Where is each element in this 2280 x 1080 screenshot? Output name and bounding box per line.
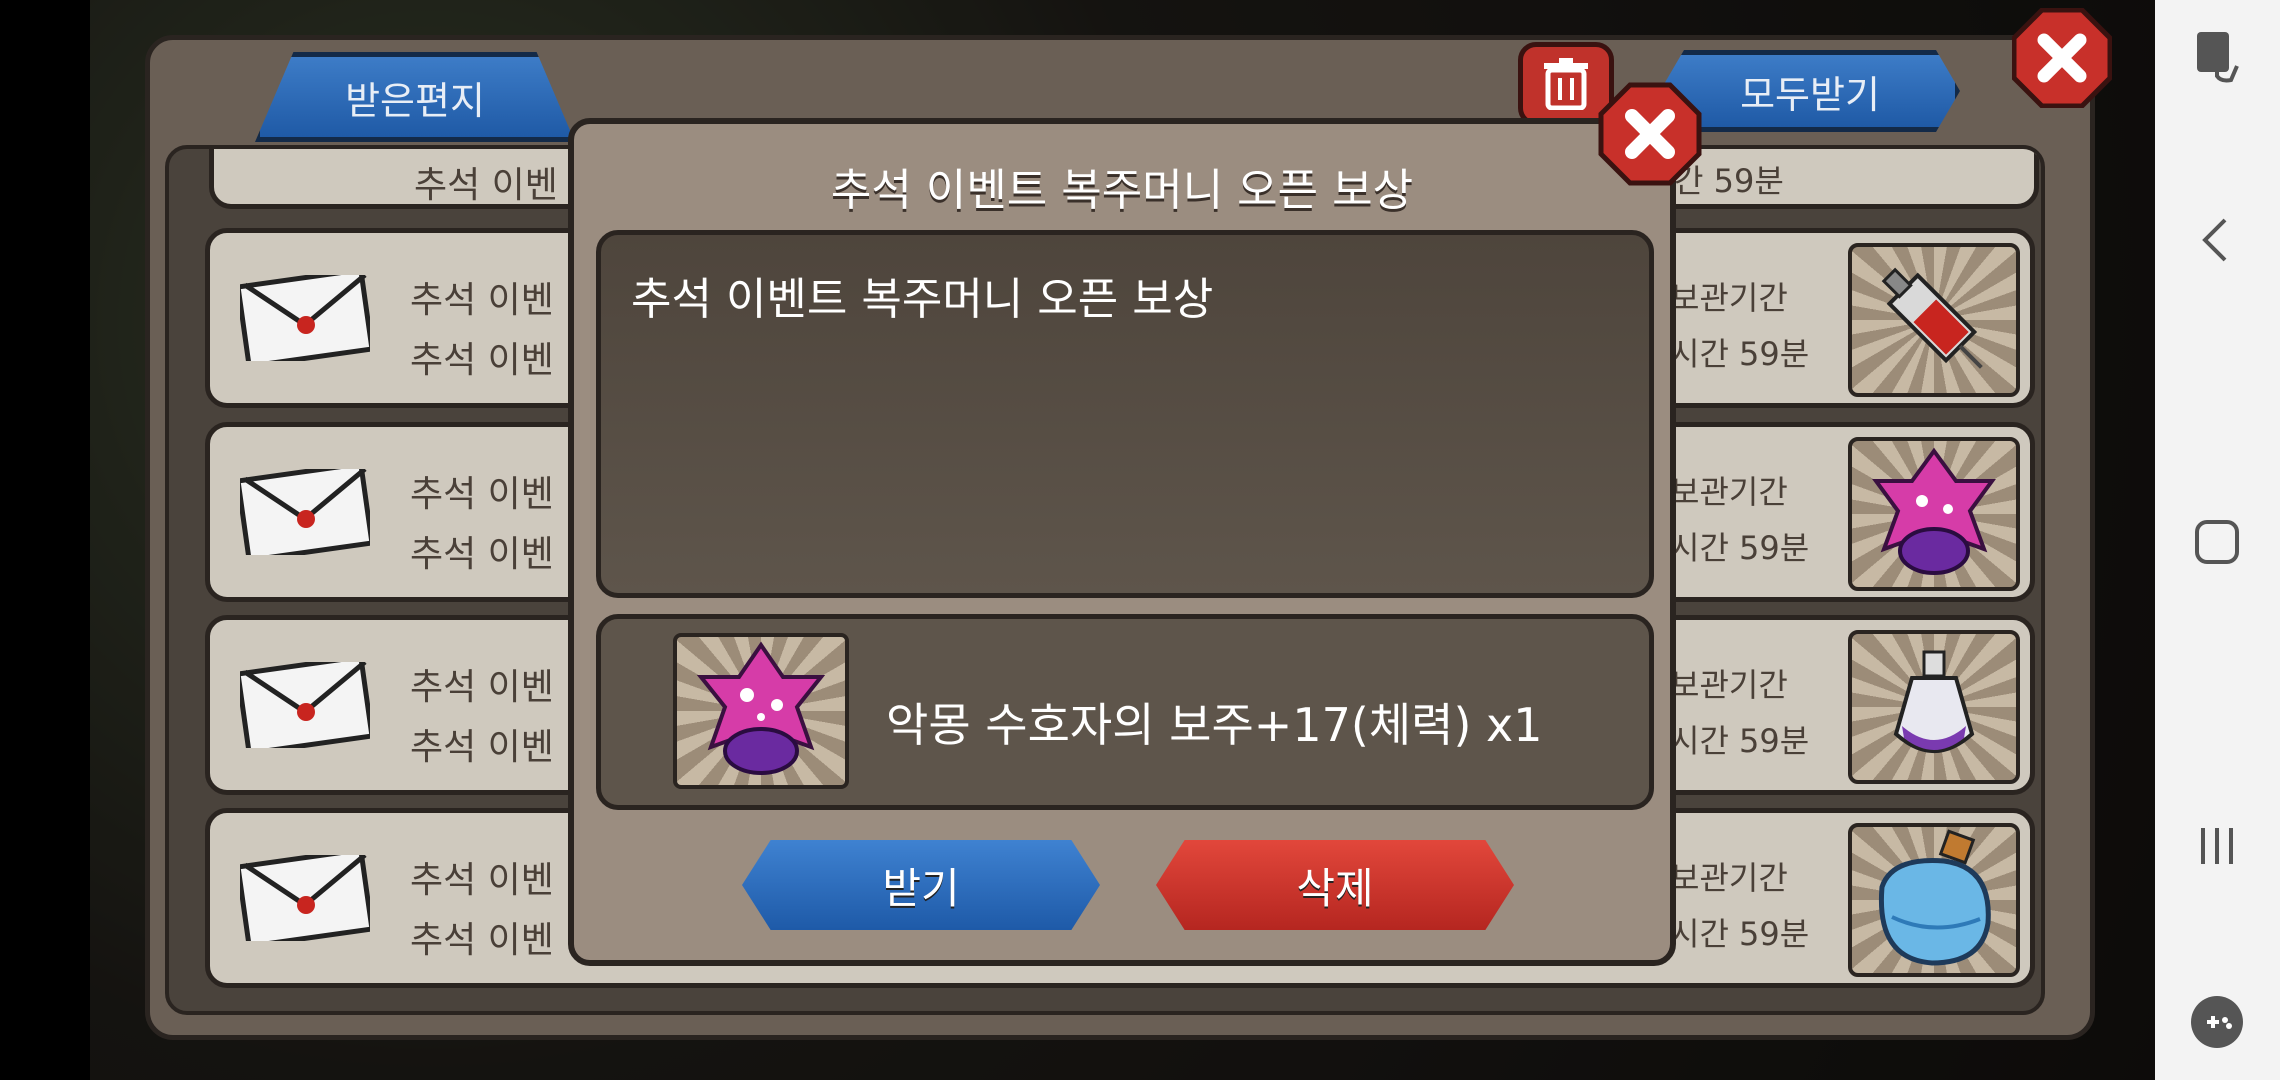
mail-item-frame bbox=[1848, 823, 2020, 977]
envelope-icon bbox=[240, 855, 370, 941]
envelope-icon bbox=[240, 469, 370, 555]
envelope-icon bbox=[240, 662, 370, 748]
reward-modal: 추석 이벤트 복주머니 오픈 보상 추석 이벤트 복주머니 오픈 보상 악몽 수… bbox=[568, 118, 1676, 966]
back-icon[interactable] bbox=[2187, 210, 2247, 270]
mail-row-expiry-time: 시간 59분 bbox=[1670, 915, 1810, 953]
accept-button[interactable]: 받기 bbox=[742, 840, 1100, 930]
mail-item-frame bbox=[1848, 630, 2020, 784]
modal-title: 추석 이벤트 복주머니 오픈 보상 bbox=[830, 165, 1414, 216]
mail-row-expiry-label: 보관기간 bbox=[1670, 279, 1788, 317]
mail-row-expiry-time: 시간 59분 bbox=[1670, 529, 1810, 567]
envelope-icon bbox=[240, 275, 370, 361]
mail-row-title: 추석 이벤 bbox=[410, 280, 554, 321]
mail-row-title: 추석 이벤 bbox=[410, 860, 554, 901]
mail-row-expiry-label: 보관기간 bbox=[1670, 859, 1788, 897]
mail-row-title: 추석 이벤 bbox=[414, 165, 558, 206]
close-mailbox-icon[interactable] bbox=[2012, 8, 2112, 108]
mail-row-expiry-time: 시간 59분 bbox=[1670, 722, 1810, 760]
potion-bottle-icon bbox=[1893, 650, 1975, 753]
nightmare-orb-icon bbox=[1872, 447, 1996, 575]
delete-button[interactable]: 삭제 bbox=[1156, 840, 1514, 930]
home-icon[interactable] bbox=[2187, 512, 2247, 572]
left-letterbox bbox=[0, 0, 90, 1080]
recent-apps-icon[interactable] bbox=[2187, 816, 2247, 876]
mail-row-subtitle: 추석 이벤 bbox=[410, 727, 554, 768]
modal-message-box: 추석 이벤트 복주머니 오픈 보상 bbox=[596, 230, 1654, 598]
touch-lock-icon[interactable] bbox=[2187, 26, 2247, 86]
mail-row-subtitle: 추석 이벤 bbox=[410, 340, 554, 381]
mail-row-expiry-label: 보관기간 bbox=[1670, 666, 1788, 704]
modal-message: 추석 이벤트 복주머니 오픈 보상 bbox=[631, 274, 1214, 325]
system-navigation-bar bbox=[2155, 0, 2280, 1080]
mail-row-title: 추석 이벤 bbox=[410, 667, 554, 708]
syringe-icon bbox=[1881, 267, 1983, 369]
nightmare-orb-icon bbox=[696, 641, 826, 775]
mail-row-expiry-label: 보관기간 bbox=[1670, 473, 1788, 511]
game-tools-icon[interactable] bbox=[2187, 992, 2247, 1052]
mail-row-subtitle: 추석 이벤 bbox=[410, 920, 554, 961]
close-modal-icon[interactable] bbox=[1598, 82, 1702, 186]
mail-item-frame bbox=[1848, 437, 2020, 591]
reward-item-name: 악몽 수호자의 보주+17(체력) x1 bbox=[886, 698, 1543, 752]
reward-item-frame bbox=[673, 633, 849, 789]
receive-all-button[interactable]: 모두받기 bbox=[1660, 50, 1960, 132]
water-flask-icon bbox=[1878, 829, 1991, 966]
mail-item-frame bbox=[1848, 243, 2020, 397]
mail-row-subtitle: 추석 이벤 bbox=[410, 534, 554, 575]
mail-row-title: 추석 이벤 bbox=[410, 474, 554, 515]
trash-icon bbox=[1544, 58, 1588, 110]
reward-box: 악몽 수호자의 보주+17(체력) x1 bbox=[596, 614, 1654, 810]
mail-row-expiry-time: 시간 59분 bbox=[1670, 335, 1810, 373]
tab-received-mail[interactable]: 받은편지 bbox=[255, 52, 575, 142]
